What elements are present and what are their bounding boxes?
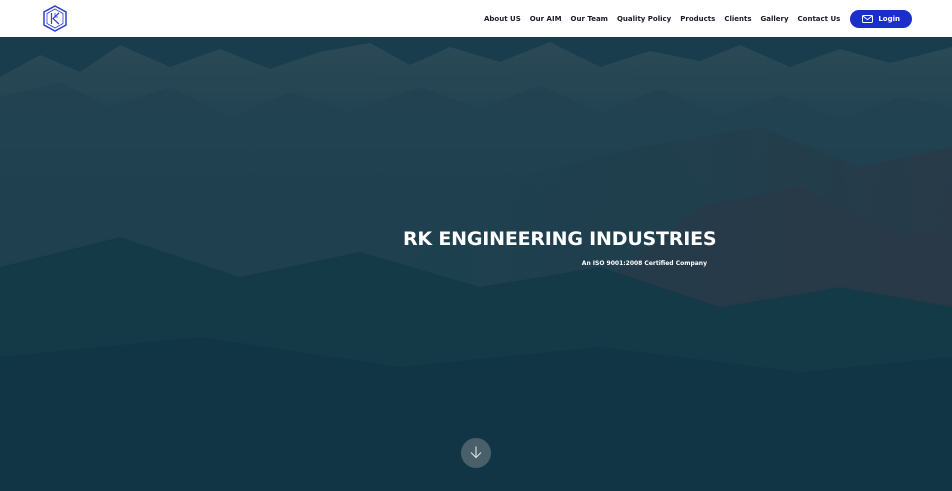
scroll-down-button[interactable] bbox=[461, 438, 491, 468]
nav-item-about-us[interactable]: About US bbox=[484, 15, 521, 23]
mail-icon bbox=[862, 14, 874, 23]
rk-logo-icon[interactable] bbox=[42, 5, 68, 32]
hero-overlay bbox=[0, 37, 952, 491]
nav-item-clients[interactable]: Clients bbox=[724, 15, 751, 23]
hero-section: RK ENGINEERING INDUSTRIES An ISO 9001:20… bbox=[0, 37, 952, 491]
nav-item-contact-us[interactable]: Contact Us bbox=[798, 15, 841, 23]
hero-subtitle: An ISO 9001:2008 Certified Company bbox=[581, 260, 707, 267]
nav-item-quality-policy[interactable]: Quality Policy bbox=[617, 15, 671, 23]
nav-item-gallery[interactable]: Gallery bbox=[761, 15, 789, 23]
login-button[interactable]: Login bbox=[850, 9, 912, 28]
nav-item-our-aim[interactable]: Our AIM bbox=[530, 15, 562, 23]
nav-menu: About US Our AIM Our Team Quality Policy… bbox=[484, 0, 912, 37]
hero-title: RK ENGINEERING INDUSTRIES bbox=[403, 228, 717, 250]
nav-item-products[interactable]: Products bbox=[680, 15, 715, 23]
top-navbar: About US Our AIM Our Team Quality Policy… bbox=[0, 0, 952, 37]
arrow-down-icon bbox=[469, 444, 483, 463]
nav-item-our-team[interactable]: Our Team bbox=[571, 15, 608, 23]
login-label: Login bbox=[878, 14, 900, 23]
